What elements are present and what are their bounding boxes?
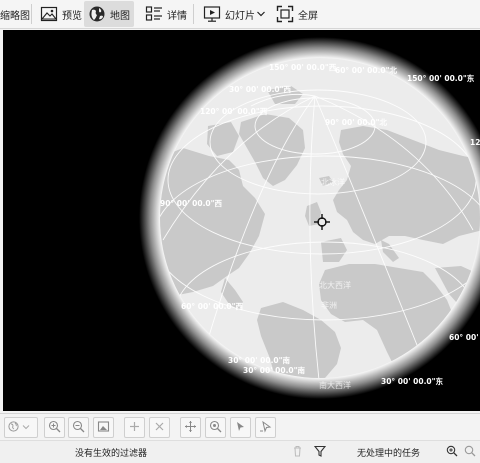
- zoom-area-button[interactable]: [205, 417, 226, 438]
- graticule-label: 30° 00' 00.0"西: [229, 85, 292, 94]
- top-toolbar: 缩略图 预览 地图 详情 幻灯片 全屏: [0, 0, 480, 29]
- zoom-in-button[interactable]: [44, 417, 65, 438]
- zoom-out-icon: [72, 420, 85, 436]
- place-label: 南大西洋: [319, 380, 351, 390]
- cursor-icon: [234, 420, 247, 436]
- select-tool-button[interactable]: [230, 417, 251, 438]
- move-icon: [184, 420, 197, 436]
- graticule-label: 30° 00' 00.0"南: [243, 365, 306, 375]
- zoom-area-icon: [209, 420, 222, 436]
- place-label: 北冰洋: [321, 177, 345, 187]
- graticule-label: 120° 00' 00.0"西: [200, 107, 268, 116]
- locate-tool-button[interactable]: [255, 417, 276, 438]
- plus-icon: [128, 420, 141, 436]
- preview-label: 预览: [62, 10, 82, 22]
- search-icon[interactable]: [464, 445, 476, 460]
- globe-map[interactable]: 北冰洋 北大西洋 非洲 南大西洋 150° 00' 00.0"西 60° 00'…: [3, 30, 480, 411]
- slideshow-label: 幻灯片: [225, 10, 255, 22]
- thumbnail-label: 缩略图: [0, 10, 30, 22]
- graticule-label: 150° 00' 00.0"西: [269, 63, 337, 72]
- graticule-label: 60° 00': [449, 333, 479, 342]
- fullscreen-button[interactable]: 全屏: [272, 1, 322, 27]
- graticule-label: 120: [470, 138, 480, 147]
- details-icon: [145, 5, 163, 23]
- map-viewport[interactable]: 北冰洋 北大西洋 非洲 南大西洋 150° 00' 00.0"西 60° 00'…: [3, 30, 480, 411]
- slideshow-button[interactable]: 幻灯片: [199, 1, 259, 27]
- details-label: 详情: [167, 10, 187, 22]
- pan-tool-button[interactable]: [180, 417, 201, 438]
- filter-status-text: 没有生效的过滤器: [75, 449, 148, 459]
- close-icon: [153, 420, 166, 436]
- map-style-dropdown[interactable]: [4, 417, 38, 438]
- add-marker-button[interactable]: [124, 417, 145, 438]
- filter-icon[interactable]: [313, 445, 327, 460]
- remove-marker-button[interactable]: [149, 417, 170, 438]
- zoom-in-icon: [48, 420, 61, 436]
- place-label: 非洲: [321, 300, 337, 310]
- fullscreen-icon: [276, 5, 294, 23]
- slideshow-options-dropdown[interactable]: [252, 1, 270, 27]
- zoom-out-button[interactable]: [68, 417, 89, 438]
- graticule-label: 30° 00' 00.0"东: [381, 376, 444, 386]
- globe-icon: [88, 5, 106, 23]
- task-status-text: 无处理中的任务: [357, 449, 421, 459]
- toolbar-divider: [31, 4, 32, 24]
- clear-filter-icon[interactable]: [292, 445, 303, 460]
- graticule-label: 90° 00' 00.0"西: [160, 199, 223, 208]
- thumbnail-view-button[interactable]: 缩略图: [0, 1, 34, 27]
- place-label: 北大西洋: [319, 280, 351, 290]
- chevron-down-icon: [22, 421, 30, 434]
- fullscreen-label: 全屏: [298, 10, 318, 22]
- image-icon: [40, 5, 58, 23]
- graticule-label: 90° 00' 00.0"北: [325, 117, 388, 127]
- graticule-label: 60° 00' 00.0"西: [181, 302, 244, 311]
- fit-view-button[interactable]: [93, 417, 114, 438]
- map-tool-strip: [0, 413, 480, 440]
- chevron-down-icon: [256, 9, 266, 19]
- fit-image-icon: [97, 420, 110, 436]
- status-bar: 没有生效的过滤器 无处理中的任务: [0, 440, 480, 463]
- graticule-label: 150° 00' 00.0"东: [407, 73, 475, 83]
- graticule-label: 60° 00' 00.0"北: [335, 65, 398, 75]
- slideshow-icon: [203, 5, 221, 23]
- map-view-button[interactable]: 地图: [84, 1, 134, 27]
- map-label: 地图: [110, 10, 130, 22]
- zoom-in-icon[interactable]: [446, 445, 458, 460]
- locate-cursor-icon: [259, 420, 272, 436]
- graticule-label: 30° 00' 00.0"南: [228, 355, 291, 365]
- details-view-button[interactable]: 详情: [141, 1, 191, 27]
- toolbar-divider: [193, 4, 194, 24]
- preview-view-button[interactable]: 预览: [36, 1, 86, 27]
- globe-icon: [8, 420, 19, 435]
